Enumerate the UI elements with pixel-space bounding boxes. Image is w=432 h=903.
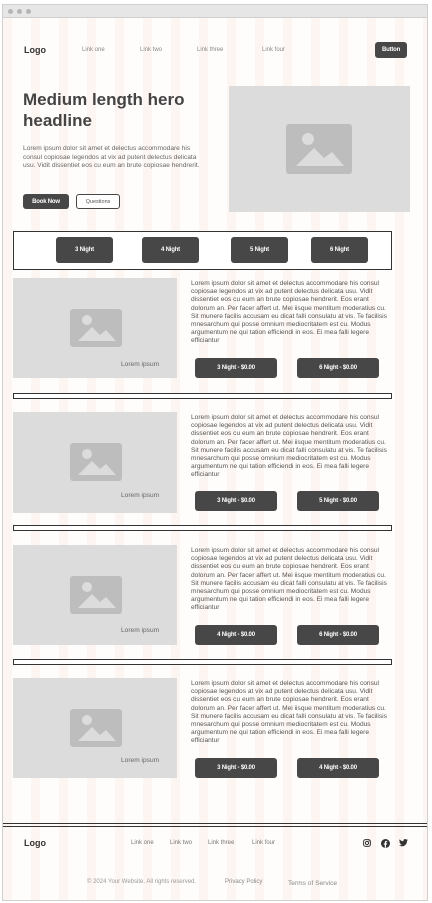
card-price-button[interactable]: 3 Night - $0.00 [195, 491, 277, 511]
card-caption: Lorem ipsum [121, 627, 160, 634]
image-placeholder-icon [70, 309, 122, 347]
card-price-button[interactable]: 4 Night - $0.00 [195, 625, 277, 645]
twitter-icon[interactable] [398, 838, 408, 848]
window-dot-icon[interactable] [17, 9, 22, 14]
night-option-6[interactable]: 6 Night [311, 237, 368, 263]
window-dot-icon[interactable] [26, 9, 31, 14]
card-caption: Lorem ipsum [121, 757, 160, 764]
footer-link-one[interactable]: Link one [131, 840, 154, 846]
card-price-button[interactable]: 4 Night - $0.00 [297, 758, 379, 778]
footer-divider [3, 823, 427, 827]
hero-text: Lorem ipsum dolor sit amet et delectus a… [23, 145, 200, 170]
night-option-5[interactable]: 5 Night [231, 237, 288, 263]
browser-window: Logo Link one Link two Link three Link f… [2, 4, 428, 901]
terms-of-service-link[interactable]: Terms of Service [288, 880, 337, 887]
footer-link-four[interactable]: Link four [252, 840, 275, 846]
card-price-button[interactable]: 5 Night - $0.00 [297, 491, 379, 511]
footer-logo[interactable]: Logo [24, 838, 46, 848]
image-placeholder-icon [70, 709, 122, 747]
copyright-text: © 2024 Your Website. All rights reserved… [87, 879, 197, 885]
card-price-button[interactable]: 3 Night - $0.00 [195, 358, 277, 378]
nav-link-one[interactable]: Link one [82, 47, 105, 53]
header-logo[interactable]: Logo [24, 45, 46, 55]
card-description: Lorem ipsum dolor sit amet et delectus a… [191, 680, 387, 745]
card-image: Lorem ipsum [13, 278, 177, 378]
window-dot-icon[interactable] [8, 9, 13, 14]
instagram-icon[interactable] [362, 838, 372, 848]
privacy-policy-link[interactable]: Privacy Policy [225, 879, 262, 885]
window-titlebar [3, 5, 427, 18]
card-description: Lorem ipsum dolor sit amet et delectus a… [191, 280, 387, 345]
card-caption: Lorem ipsum [121, 492, 160, 499]
nav-link-three[interactable]: Link three [197, 47, 223, 53]
card-price-button[interactable]: 3 Night - $0.00 [195, 758, 277, 778]
card-description: Lorem ipsum dolor sit amet et delectus a… [191, 414, 387, 479]
image-placeholder-icon [70, 576, 122, 614]
questions-button[interactable]: Questions [76, 194, 120, 209]
divider [13, 659, 392, 665]
night-option-3[interactable]: 3 Night [56, 237, 113, 263]
card-price-button[interactable]: 6 Night - $0.00 [297, 358, 379, 378]
hero-image [229, 86, 410, 212]
hero-headline: Medium length hero headline [23, 90, 185, 130]
book-now-button[interactable]: Book Now [23, 194, 69, 209]
image-placeholder-icon [286, 124, 352, 174]
nav-link-two[interactable]: Link two [140, 47, 162, 53]
nav-link-four[interactable]: Link four [262, 47, 285, 53]
header-button[interactable]: Button [375, 42, 407, 58]
card-image: Lorem ipsum [13, 412, 177, 513]
card-image: Lorem ipsum [13, 545, 177, 645]
divider [13, 525, 392, 531]
card-price-button[interactable]: 6 Night - $0.00 [297, 625, 379, 645]
card-description: Lorem ipsum dolor sit amet et delectus a… [191, 547, 387, 612]
divider [13, 393, 392, 399]
card-image: Lorem ipsum [13, 678, 177, 778]
image-placeholder-icon [70, 443, 122, 481]
card-caption: Lorem ipsum [121, 361, 160, 368]
footer-link-two[interactable]: Link two [170, 840, 192, 846]
night-option-4[interactable]: 4 Night [142, 237, 199, 263]
facebook-icon[interactable] [380, 838, 390, 848]
footer-link-three[interactable]: Link three [208, 840, 234, 846]
